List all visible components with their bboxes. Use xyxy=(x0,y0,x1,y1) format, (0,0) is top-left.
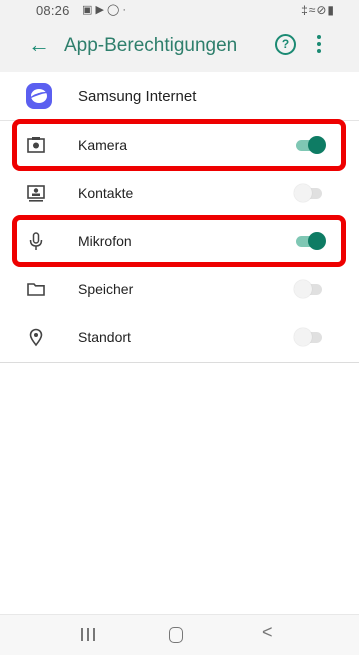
home-icon[interactable] xyxy=(169,627,183,643)
app-bar: ← App-Berechtigungen ? xyxy=(0,22,359,72)
kontakte-toggle[interactable] xyxy=(294,184,326,202)
permission-row-kontakte[interactable]: Kontakte xyxy=(0,169,359,217)
permission-row-standort[interactable]: Standort xyxy=(0,313,359,361)
recent-apps-icon[interactable] xyxy=(80,628,96,642)
folder-icon xyxy=(26,279,46,299)
help-icon[interactable]: ? xyxy=(275,34,296,55)
standort-toggle[interactable] xyxy=(294,328,326,346)
highlight-box-mikrofon xyxy=(12,215,346,267)
navigation-bar: < xyxy=(0,614,359,655)
highlight-box-kamera xyxy=(12,119,346,171)
permission-label: Kontakte xyxy=(78,185,134,201)
location-icon xyxy=(26,327,46,347)
list-divider xyxy=(0,362,359,363)
samsung-internet-icon xyxy=(26,83,52,109)
status-bar: 08:26 ▣ ▶ ◯ · ‡≈⊘▮ xyxy=(0,0,359,22)
more-options-icon[interactable] xyxy=(316,33,322,55)
app-name: Samsung Internet xyxy=(78,88,197,105)
permission-row-speicher[interactable]: Speicher xyxy=(0,265,359,313)
speicher-toggle[interactable] xyxy=(294,280,326,298)
notification-icons: ▣ ▶ ◯ · xyxy=(82,4,126,16)
arrow-left-icon[interactable]: ← xyxy=(28,32,50,58)
permission-label: Standort xyxy=(78,329,131,345)
page-title: App-Berechtigungen xyxy=(64,35,238,56)
contacts-icon xyxy=(26,183,46,203)
header-area: 08:26 ▣ ▶ ◯ · ‡≈⊘▮ ← App-Berechtigungen … xyxy=(0,0,359,72)
status-time: 08:26 xyxy=(36,3,70,18)
app-header-row: Samsung Internet xyxy=(0,72,359,121)
permission-label: Speicher xyxy=(78,281,134,297)
system-status-icons: ‡≈⊘▮ xyxy=(301,3,335,17)
back-icon[interactable]: < xyxy=(262,622,273,643)
